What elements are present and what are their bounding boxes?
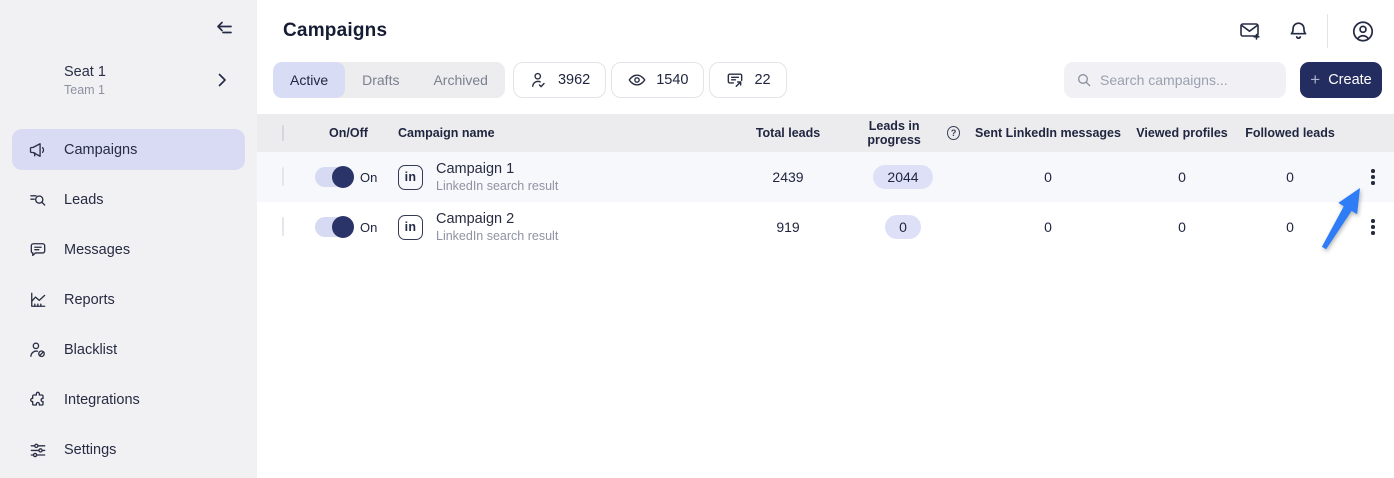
campaign-subtitle: LinkedIn search result (436, 229, 559, 243)
tab-archived[interactable]: Archived (416, 62, 504, 98)
campaign-name-cell[interactable]: in Campaign 1 LinkedIn search result (390, 161, 730, 193)
puzzle-icon (28, 390, 48, 410)
status-tabs: Active Drafts Archived (273, 62, 505, 98)
sidebar-item-label: Messages (64, 241, 131, 258)
stat-views-pill[interactable]: 1540 (611, 62, 705, 98)
sidebar-item-label: Leads (64, 191, 104, 208)
row-1-kebab-menu[interactable] (1352, 169, 1394, 185)
toggle-state-label: On (360, 169, 378, 185)
row-checkbox[interactable] (282, 217, 284, 236)
topbar: Campaigns (257, 0, 1394, 48)
eye-icon (627, 70, 647, 90)
main-content: Campaigns Active Drafts Archived 3962 15… (257, 0, 1394, 478)
lead-search-icon (28, 190, 48, 210)
tab-drafts[interactable]: Drafts (345, 62, 416, 98)
sidebar-item-reports[interactable]: Reports (12, 279, 245, 320)
sent-messages-value: 0 (1044, 219, 1052, 235)
stat-value: 1540 (656, 72, 689, 88)
followed-leads-value: 0 (1286, 219, 1294, 235)
select-all-checkbox[interactable] (282, 125, 284, 141)
search-box (1064, 62, 1286, 98)
table-row: On in Campaign 1 LinkedIn search result … (257, 152, 1394, 202)
bell-icon[interactable] (1285, 18, 1311, 44)
chat-bubble-icon (28, 240, 48, 260)
sidebar-item-settings[interactable]: Settings (12, 429, 245, 470)
sidebar: Seat 1 Team 1 Campaigns Leads Messages R… (0, 0, 257, 478)
sliders-icon (28, 440, 48, 460)
sidebar-item-campaigns[interactable]: Campaigns (12, 129, 245, 170)
campaign-toggle[interactable] (315, 166, 354, 188)
viewed-profiles-value: 0 (1178, 169, 1186, 185)
avatar-icon[interactable] (1350, 18, 1376, 44)
stat-value: 22 (754, 72, 771, 88)
controls-row: Active Drafts Archived 3962 1540 22 Sear… (273, 62, 1382, 98)
page-title: Campaigns (283, 20, 388, 41)
leads-in-progress-badge: 0 (885, 215, 921, 239)
user-block-icon (28, 340, 48, 360)
sidebar-item-blacklist[interactable]: Blacklist (12, 329, 245, 370)
collapse-sidebar-icon[interactable] (211, 18, 235, 42)
column-sent-messages: Sent LinkedIn messages (975, 126, 1121, 140)
chevron-right-icon (211, 69, 233, 91)
stat-leads-pill[interactable]: 3962 (512, 62, 607, 98)
megaphone-icon (28, 140, 48, 160)
person-check-icon (529, 70, 549, 90)
sidebar-item-leads[interactable]: Leads (12, 179, 245, 220)
table-row: On in Campaign 2 LinkedIn search result … (257, 202, 1394, 252)
chart-icon (28, 290, 48, 310)
search-icon (1076, 72, 1092, 88)
table-header-row: On/Off Campaign name Total leads Leads i… (257, 114, 1394, 152)
leads-in-progress-badge: 2044 (873, 165, 933, 189)
plus-icon: + (1310, 70, 1321, 89)
stats-pills: 3962 1540 22 (512, 62, 787, 98)
column-followed-leads: Followed leads (1245, 126, 1335, 140)
campaign-toggle[interactable] (315, 216, 354, 238)
stat-messages-pill[interactable]: 22 (709, 62, 787, 98)
sidebar-item-label: Integrations (64, 391, 140, 408)
sidebar-item-label: Reports (64, 291, 115, 308)
column-campaign-name: Campaign name (398, 126, 495, 140)
column-total-leads: Total leads (755, 126, 821, 140)
message-out-icon (725, 70, 745, 90)
search-input[interactable] (1100, 72, 1274, 88)
campaign-subtitle: LinkedIn search result (436, 179, 559, 193)
total-leads-value: 2439 (772, 169, 804, 185)
followed-leads-value: 0 (1286, 169, 1294, 185)
campaign-title: Campaign 1 (436, 161, 515, 177)
row-2-kebab-menu[interactable] (1352, 219, 1394, 235)
sidebar-nav: Campaigns Leads Messages Reports Blackli… (12, 129, 245, 470)
help-icon[interactable]: ? (947, 126, 960, 140)
seat-title: Seat 1 (64, 63, 106, 80)
create-button-label: Create (1328, 72, 1372, 88)
topbar-divider (1327, 14, 1328, 48)
create-button[interactable]: + Create (1300, 62, 1382, 98)
linkedin-icon: in (398, 214, 423, 240)
column-onoff: On/Off (329, 126, 368, 140)
row-checkbox[interactable] (282, 167, 284, 186)
mail-plus-icon[interactable] (1237, 18, 1263, 44)
topbar-actions (1215, 14, 1376, 48)
campaign-title: Campaign 2 (436, 211, 515, 227)
campaigns-table: On/Off Campaign name Total leads Leads i… (257, 114, 1394, 252)
sidebar-item-messages[interactable]: Messages (12, 229, 245, 270)
toggle-state-label: On (360, 219, 378, 235)
column-viewed-profiles: Viewed profiles (1136, 126, 1228, 140)
sidebar-item-label: Settings (64, 441, 117, 458)
sidebar-item-label: Blacklist (64, 341, 118, 358)
total-leads-value: 919 (776, 219, 800, 235)
seat-subtitle: Team 1 (64, 82, 105, 97)
sent-messages-value: 0 (1044, 169, 1052, 185)
stat-value: 3962 (557, 72, 591, 88)
sidebar-item-label: Campaigns (64, 141, 138, 158)
seat-selector[interactable]: Seat 1 Team 1 (0, 58, 257, 102)
linkedin-icon: in (398, 164, 423, 190)
sidebar-item-integrations[interactable]: Integrations (12, 379, 245, 420)
campaign-name-cell[interactable]: in Campaign 2 LinkedIn search result (390, 211, 730, 243)
viewed-profiles-value: 0 (1178, 219, 1186, 235)
column-leads-in-progress: Leads in progress ? (846, 119, 960, 147)
tab-active[interactable]: Active (273, 62, 346, 98)
